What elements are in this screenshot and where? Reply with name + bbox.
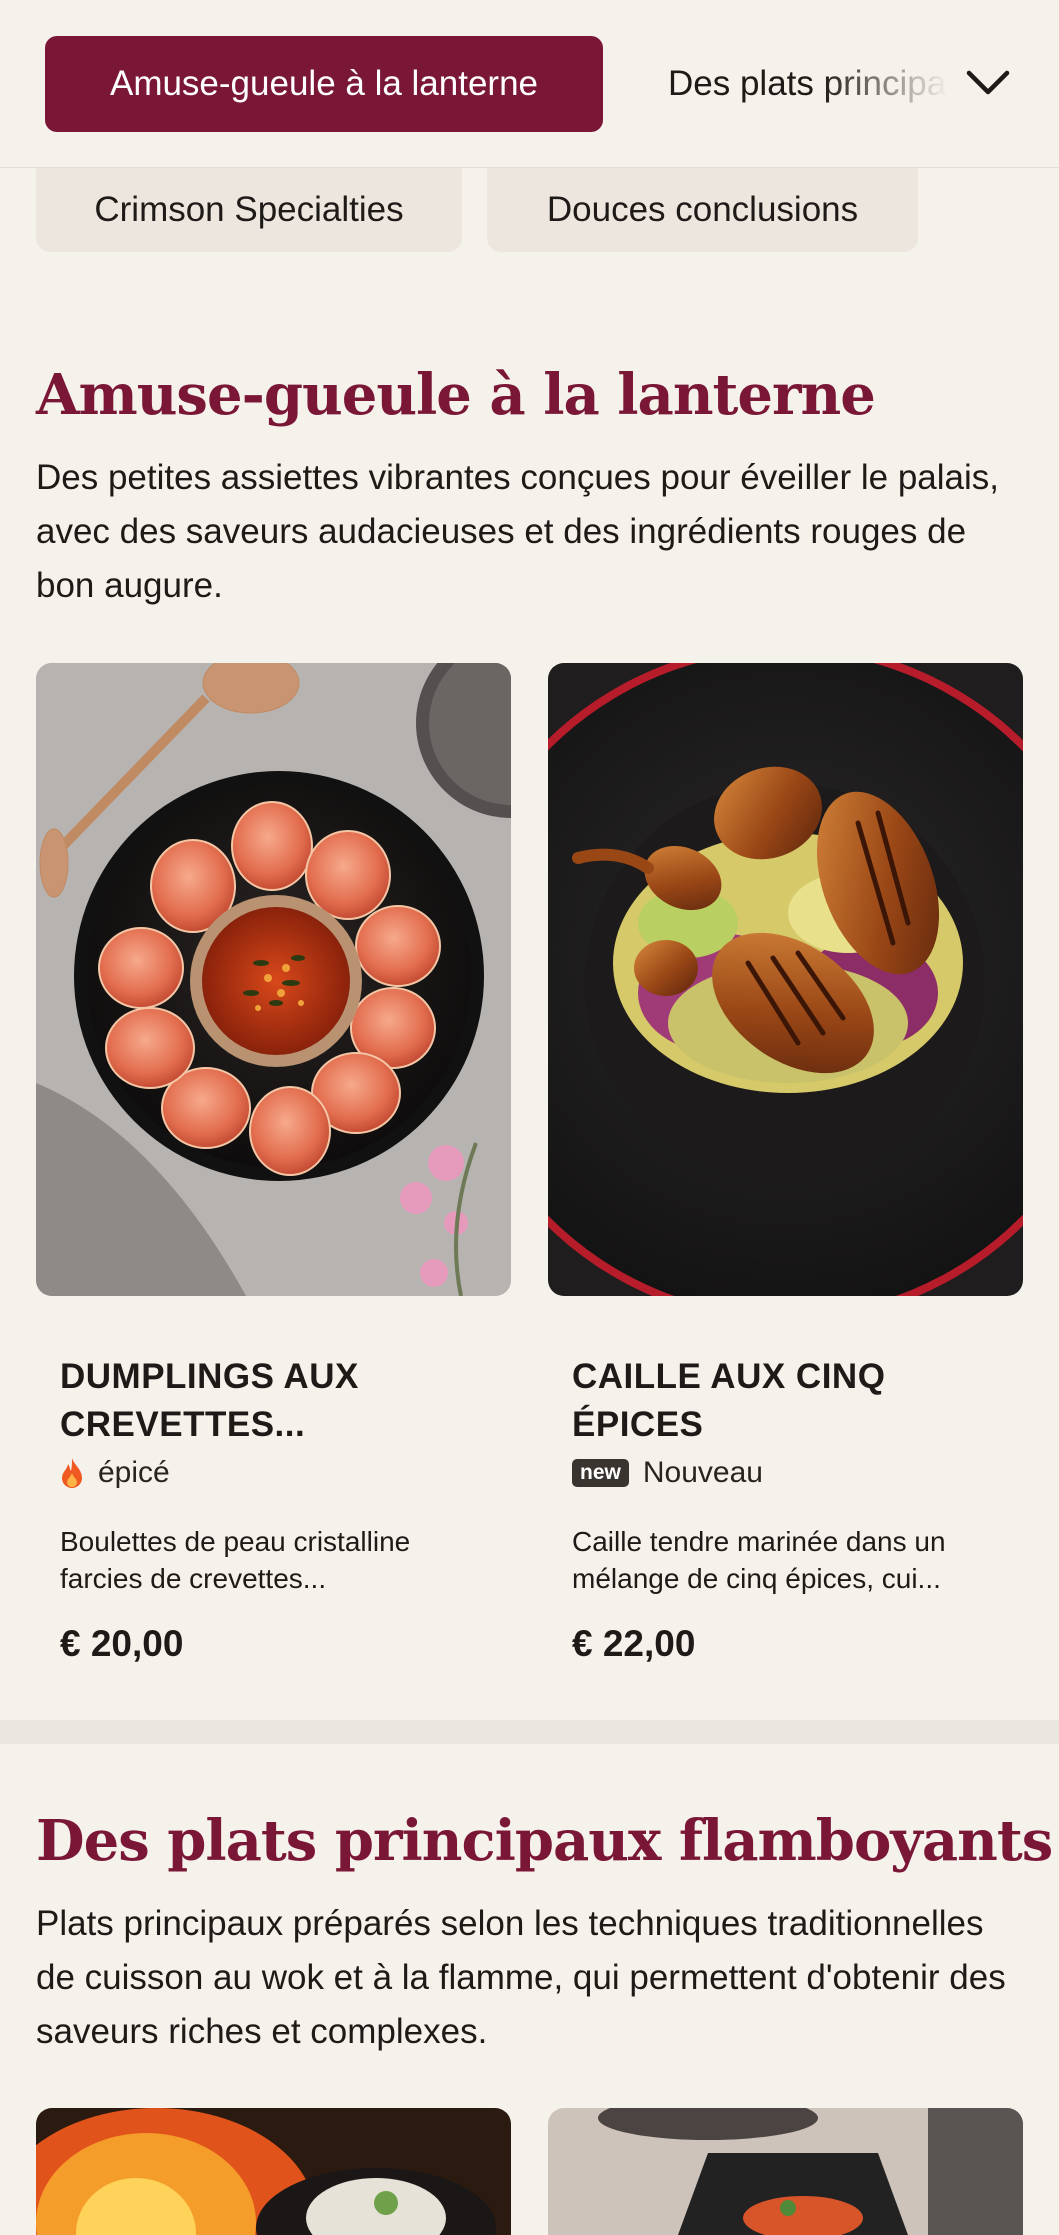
- chip-douces-conclusions[interactable]: Douces conclusions: [487, 168, 918, 252]
- section-title-plats-principaux: Des plats principaux flamboyants: [36, 1808, 1053, 1874]
- flame-icon: [62, 1458, 82, 1488]
- tab-plats-principaux[interactable]: Des plats principaux flamboyants: [668, 36, 948, 132]
- more-categories-button[interactable]: [955, 50, 1021, 116]
- menu-item-card[interactable]: Caille aux cinq épices new Nouveau Caill…: [548, 663, 1023, 1683]
- chevron-down-icon: [966, 70, 1010, 95]
- item-tag-label: épicé: [98, 1456, 170, 1489]
- item-description: Boulettes de peau cristalline farcies de…: [60, 1526, 411, 1594]
- section-description-amuse-gueule: Des petites assiettes vibrantes conçues …: [36, 458, 999, 605]
- dish-photo-table[interactable]: [548, 2108, 1023, 2235]
- category-chips: Crimson Specialties Douces conclusions: [0, 168, 1059, 252]
- item-tag-label: Nouveau: [642, 1456, 763, 1489]
- section-divider: [0, 1720, 1059, 1744]
- item-tag-new: new Nouveau: [572, 1453, 763, 1493]
- section-title-amuse-gueule: Amuse-gueule à la lanterne: [36, 362, 876, 428]
- dish-photo-dumplings: [36, 663, 511, 1296]
- dish-photo-quail: [548, 663, 1023, 1296]
- item-description: Caille tendre marinée dans un mélange de…: [572, 1526, 946, 1594]
- item-price: € 20,00: [60, 1623, 184, 1664]
- menu-item-card[interactable]: Dumplings aux crevettes... épicé Boulett…: [36, 663, 511, 1683]
- item-name: Caille aux cinq épices: [572, 1357, 886, 1444]
- dish-photo-flame-wok[interactable]: [36, 2108, 511, 2235]
- item-name: Dumplings aux crevettes...: [60, 1357, 359, 1444]
- category-nav: Amuse-gueule à la lanterne Des plats pri…: [0, 0, 1059, 168]
- section-description-plats-principaux: Plats principaux préparés selon les tech…: [36, 1904, 1006, 2051]
- new-badge: new: [572, 1459, 629, 1487]
- tab-amuse-gueule[interactable]: Amuse-gueule à la lanterne: [45, 36, 603, 132]
- item-price: € 22,00: [572, 1623, 696, 1664]
- item-tag-spicy: épicé: [60, 1453, 170, 1493]
- chip-crimson-specialties[interactable]: Crimson Specialties: [36, 168, 462, 252]
